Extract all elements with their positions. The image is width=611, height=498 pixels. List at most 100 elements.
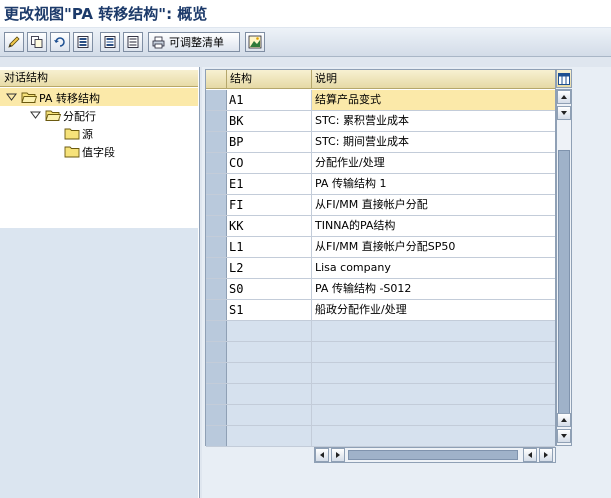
structure-cell[interactable]: L1 xyxy=(227,237,312,257)
scroll-page-left-button[interactable] xyxy=(523,448,537,462)
column-header-structure[interactable]: 结构 xyxy=(227,70,312,89)
scroll-left-button[interactable] xyxy=(315,448,329,462)
row-selector[interactable] xyxy=(206,132,227,152)
row-selector[interactable] xyxy=(206,279,227,299)
row-selector[interactable] xyxy=(206,363,227,383)
row-selector[interactable] xyxy=(206,216,227,236)
structure-cell[interactable]: E1 xyxy=(227,174,312,194)
description-cell[interactable]: PA 传输结构 1 xyxy=(312,174,555,194)
empty-table-row[interactable] xyxy=(206,363,555,384)
table-row[interactable]: BK STC: 累积营业成本 xyxy=(206,111,555,132)
row-selector[interactable] xyxy=(206,405,227,425)
row-selector[interactable] xyxy=(206,174,227,194)
empty-table-row[interactable] xyxy=(206,342,555,363)
expand-triangle-icon[interactable] xyxy=(30,110,41,121)
description-cell[interactable] xyxy=(312,405,555,425)
table-row[interactable]: S1 船政分配作业/处理 xyxy=(206,300,555,321)
table-row[interactable]: L1 从FI/MM 直接帐户分配SP50 xyxy=(206,237,555,258)
empty-table-row[interactable] xyxy=(206,426,555,447)
description-cell[interactable] xyxy=(312,426,555,446)
structure-cell[interactable]: KK xyxy=(227,216,312,236)
empty-table-row[interactable] xyxy=(206,384,555,405)
empty-table-row[interactable] xyxy=(206,321,555,342)
copy-button[interactable] xyxy=(27,32,47,52)
structure-cell[interactable]: CO xyxy=(227,153,312,173)
structure-cell[interactable]: BP xyxy=(227,132,312,152)
scroll-right-button[interactable] xyxy=(539,448,553,462)
structure-cell[interactable]: S0 xyxy=(227,279,312,299)
structure-cell[interactable] xyxy=(227,405,312,425)
description-cell[interactable] xyxy=(312,342,555,362)
description-cell[interactable]: STC: 期间营业成本 xyxy=(312,132,555,152)
empty-table-row[interactable] xyxy=(206,405,555,426)
horizontal-scroll-thumb[interactable] xyxy=(348,450,518,460)
table-row[interactable]: A1 结算产品变式 xyxy=(206,90,555,111)
vertical-scrollbar[interactable] xyxy=(556,89,572,446)
expand-triangle-icon[interactable] xyxy=(6,92,17,103)
tree-node-value-field[interactable]: 值字段 xyxy=(64,143,115,160)
arrow-right-icon xyxy=(544,452,548,458)
structure-cell[interactable]: S1 xyxy=(227,300,312,320)
scroll-page-down-button[interactable] xyxy=(557,106,571,120)
description-cell[interactable]: PA 传输结构 -S012 xyxy=(312,279,555,299)
table-row[interactable]: E1 PA 传输结构 1 xyxy=(206,174,555,195)
table-row[interactable]: FI 从FI/MM 直接帐户分配 xyxy=(206,195,555,216)
vertical-scroll-thumb[interactable] xyxy=(558,150,570,420)
table-row[interactable]: L2 Lisa company xyxy=(206,258,555,279)
row-selector[interactable] xyxy=(206,195,227,215)
undo-button[interactable] xyxy=(50,32,70,52)
description-cell[interactable]: TINNA的PA结构 xyxy=(312,216,555,236)
row-selector[interactable] xyxy=(206,237,227,257)
row-selector[interactable] xyxy=(206,153,227,173)
structure-cell[interactable] xyxy=(227,342,312,362)
table-settings-button[interactable] xyxy=(556,69,572,88)
row-selector[interactable] xyxy=(206,321,227,341)
structure-cell[interactable]: L2 xyxy=(227,258,312,278)
select-all-button[interactable] xyxy=(73,32,93,52)
deselect-all-button[interactable] xyxy=(123,32,143,52)
description-cell[interactable]: 从FI/MM 直接帐户分配SP50 xyxy=(312,237,555,257)
structure-cell[interactable]: A1 xyxy=(227,90,312,110)
description-cell[interactable] xyxy=(312,363,555,383)
edit-button[interactable] xyxy=(4,32,24,52)
tree-node-pa-transfer[interactable]: PA 转移结构 xyxy=(6,89,100,106)
table-row[interactable]: CO 分配作业/处理 xyxy=(206,153,555,174)
tree-node-label: PA 转移结构 xyxy=(39,91,100,105)
scroll-page-up-button[interactable] xyxy=(557,413,571,427)
select-all-rows-cell[interactable] xyxy=(206,70,227,89)
row-selector[interactable] xyxy=(206,90,227,110)
row-selector[interactable] xyxy=(206,300,227,320)
select-block-button[interactable] xyxy=(100,32,120,52)
scroll-down-button[interactable] xyxy=(557,429,571,443)
row-selector[interactable] xyxy=(206,342,227,362)
description-cell[interactable]: Lisa company xyxy=(312,258,555,278)
description-cell[interactable]: 结算产品变式 xyxy=(312,90,555,110)
scroll-up-button[interactable] xyxy=(557,90,571,104)
column-header-description[interactable]: 说明 xyxy=(312,70,555,89)
description-cell[interactable]: STC: 累积营业成本 xyxy=(312,111,555,131)
row-selector[interactable] xyxy=(206,258,227,278)
tree-node-source[interactable]: 源 xyxy=(64,125,93,142)
structure-cell[interactable] xyxy=(227,363,312,383)
structure-cell[interactable]: BK xyxy=(227,111,312,131)
row-selector[interactable] xyxy=(206,384,227,404)
description-cell[interactable]: 船政分配作业/处理 xyxy=(312,300,555,320)
structure-cell[interactable] xyxy=(227,321,312,341)
row-selector[interactable] xyxy=(206,111,227,131)
structure-cell[interactable] xyxy=(227,426,312,446)
tree-node-allocation-line[interactable]: 分配行 xyxy=(30,107,96,124)
description-cell[interactable]: 分配作业/处理 xyxy=(312,153,555,173)
description-cell[interactable]: 从FI/MM 直接帐户分配 xyxy=(312,195,555,215)
horizontal-scrollbar[interactable] xyxy=(314,447,556,463)
table-row[interactable]: S0 PA 传输结构 -S012 xyxy=(206,279,555,300)
adjustable-list-button[interactable]: 可调整清单 xyxy=(148,32,240,52)
table-row[interactable]: KK TINNA的PA结构 xyxy=(206,216,555,237)
row-selector[interactable] xyxy=(206,426,227,446)
description-cell[interactable] xyxy=(312,321,555,341)
structure-cell[interactable]: FI xyxy=(227,195,312,215)
structure-cell[interactable] xyxy=(227,384,312,404)
scroll-page-right-button[interactable] xyxy=(331,448,345,462)
description-cell[interactable] xyxy=(312,384,555,404)
info-button[interactable] xyxy=(245,32,265,52)
table-row[interactable]: BP STC: 期间营业成本 xyxy=(206,132,555,153)
